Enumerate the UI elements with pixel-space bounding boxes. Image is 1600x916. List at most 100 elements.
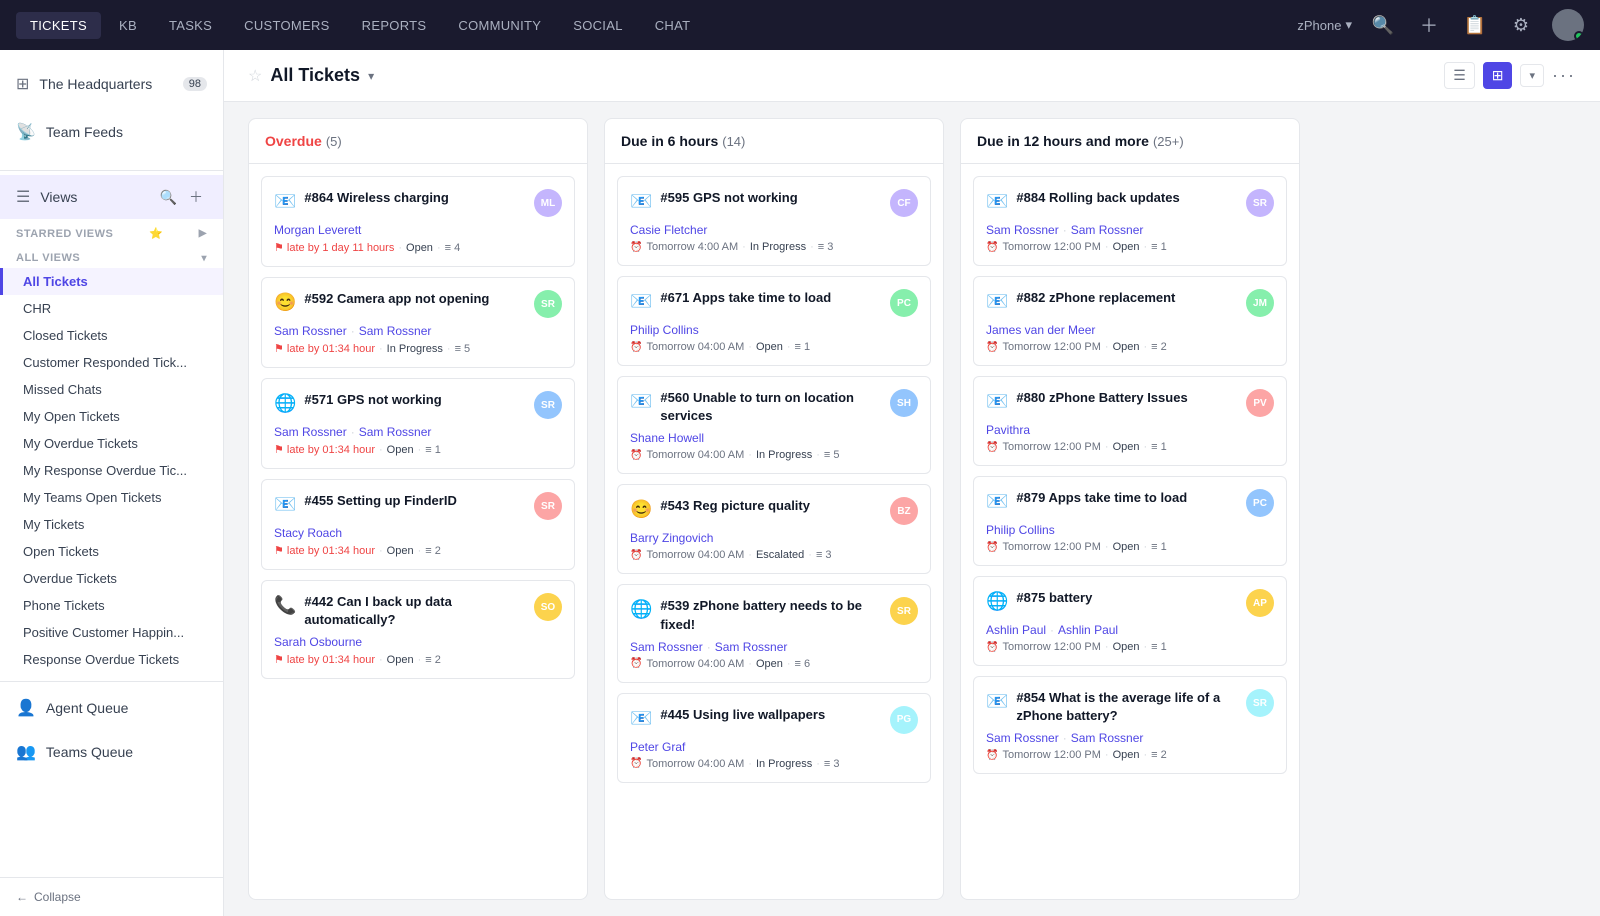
ticket-card-442[interactable]: 📞 #442 Can I back up data automatically?…	[261, 580, 575, 679]
ticket-card-882[interactable]: 📧 #882 zPhone replacement JM James van d…	[973, 276, 1287, 366]
user-avatar[interactable]	[1552, 9, 1584, 41]
sidebar-item-all-tickets[interactable]: All Tickets	[0, 268, 223, 295]
card-assignee-571[interactable]: Sam Rossner·Sam Rossner	[274, 425, 562, 439]
ticket-card-455[interactable]: 📧 #455 Setting up FinderID SR Stacy Roac…	[261, 479, 575, 570]
compose-icon-btn[interactable]: 📋	[1460, 10, 1490, 40]
card-title-884: #884 Rolling back updates	[1016, 189, 1238, 207]
sidebar-item-open-tickets[interactable]: Open Tickets	[0, 538, 223, 565]
ticket-card-445[interactable]: 📧 #445 Using live wallpapers PG Peter Gr…	[617, 693, 931, 783]
card-assignee-864[interactable]: Morgan Leverett	[274, 223, 562, 237]
column-title-overdue: Overdue	[265, 133, 322, 149]
card-assignee-543[interactable]: Barry Zingovich	[630, 531, 918, 545]
card-title-880: #880 zPhone Battery Issues	[1016, 389, 1238, 407]
search-icon-btn[interactable]: 🔍	[1368, 10, 1398, 40]
headquarters-label: The Headquarters	[39, 76, 152, 92]
sidebar-teams-queue[interactable]: 👥 Teams Queue	[0, 730, 223, 774]
card-assignee-455[interactable]: Stacy Roach	[274, 526, 562, 540]
ticket-card-875[interactable]: 🌐 #875 battery AP Ashlin Paul·Ashlin Pau…	[973, 576, 1287, 666]
view-options-dropdown[interactable]: ▾	[1520, 64, 1544, 87]
views-add-btn[interactable]: ＋	[185, 185, 207, 209]
card-meta-884: ⏰ Tomorrow 12:00 PM · Open · ≡ 1	[986, 241, 1274, 253]
card-assignee-882[interactable]: James van der Meer	[986, 323, 1274, 337]
card-icon-560: 📧	[630, 391, 652, 412]
card-assignee-884[interactable]: Sam Rossner·Sam Rossner	[986, 223, 1274, 237]
ticket-card-539[interactable]: 🌐 #539 zPhone battery needs to be fixed!…	[617, 584, 931, 682]
card-title-864: #864 Wireless charging	[304, 189, 526, 207]
add-icon-btn[interactable]: ＋	[1414, 10, 1444, 40]
ticket-card-884[interactable]: 📧 #884 Rolling back updates SR Sam Rossn…	[973, 176, 1287, 266]
sidebar-item-chr[interactable]: CHR	[0, 295, 223, 322]
sidebar-item-phone-tickets[interactable]: Phone Tickets	[0, 592, 223, 619]
card-assignee-854[interactable]: Sam Rossner·Sam Rossner	[986, 731, 1274, 745]
list-view-toggle[interactable]: ☰	[1444, 62, 1475, 89]
card-assignee-671[interactable]: Philip Collins	[630, 323, 918, 337]
nav-item-reports[interactable]: REPORTS	[348, 12, 441, 39]
card-assignee-592[interactable]: Sam Rossner·Sam Rossner	[274, 324, 562, 338]
sidebar-collapse-btn[interactable]: ← Collapse	[0, 877, 223, 916]
column-header-overdue: Overdue (5)	[249, 119, 587, 164]
card-avatar-882: JM	[1246, 289, 1274, 317]
card-avatar-543: BZ	[890, 497, 918, 525]
views-search-btn[interactable]: 🔍	[156, 185, 181, 209]
card-assignee-880[interactable]: Pavithra	[986, 423, 1274, 437]
sidebar-team-feeds[interactable]: 📡 Team Feeds	[0, 108, 223, 156]
nav-item-kb[interactable]: KB	[105, 12, 151, 39]
nav-item-community[interactable]: COMMUNITY	[444, 12, 555, 39]
card-meta-442: ⚑ late by 01:34 hour · Open · ≡ 2	[274, 653, 562, 666]
sidebar-agent-queue[interactable]: 👤 Agent Queue	[0, 686, 223, 730]
sidebar-item-overdue-tickets[interactable]: Overdue Tickets	[0, 565, 223, 592]
card-assignee-445[interactable]: Peter Graf	[630, 740, 918, 754]
ticket-card-592[interactable]: 😊 #592 Camera app not opening SR Sam Ros…	[261, 277, 575, 368]
card-assignee-560[interactable]: Shane Howell	[630, 431, 918, 445]
card-icon-884: 📧	[986, 191, 1008, 212]
card-title-455: #455 Setting up FinderID	[304, 492, 526, 510]
sidebar-item-response-overdue[interactable]: Response Overdue Tickets	[0, 646, 223, 673]
settings-icon-btn[interactable]: ⚙	[1506, 10, 1536, 40]
favorite-star-icon[interactable]: ☆	[248, 66, 262, 86]
more-options-btn[interactable]: ···	[1552, 65, 1576, 86]
ticket-card-560[interactable]: 📧 #560 Unable to turn on location servic…	[617, 376, 931, 474]
nav-item-tasks[interactable]: TASKS	[155, 12, 226, 39]
zphone-selector[interactable]: zPhone ▾	[1297, 17, 1352, 33]
sidebar-item-my-tickets[interactable]: My Tickets	[0, 511, 223, 538]
sidebar-item-customer-responded[interactable]: Customer Responded Tick...	[0, 349, 223, 376]
ticket-card-543[interactable]: 😊 #543 Reg picture quality BZ Barry Zing…	[617, 484, 931, 574]
card-title-445: #445 Using live wallpapers	[660, 706, 882, 724]
sidebar-item-my-open-tickets[interactable]: My Open Tickets	[0, 403, 223, 430]
card-assignee-875[interactable]: Ashlin Paul·Ashlin Paul	[986, 623, 1274, 637]
sidebar-item-my-teams-open[interactable]: My Teams Open Tickets	[0, 484, 223, 511]
card-assignee-442[interactable]: Sarah Osbourne	[274, 635, 562, 649]
ticket-card-595[interactable]: 📧 #595 GPS not working CF Casie Fletcher…	[617, 176, 931, 266]
ticket-card-864[interactable]: 📧 #864 Wireless charging ML Morgan Lever…	[261, 176, 575, 267]
nav-item-customers[interactable]: CUSTOMERS	[230, 12, 344, 39]
views-header-left[interactable]: ☰ Views	[16, 187, 77, 207]
sidebar-item-closed-tickets[interactable]: Closed Tickets	[0, 322, 223, 349]
views-icon: ☰	[16, 187, 30, 207]
nav-item-social[interactable]: SOCIAL	[559, 12, 636, 39]
sidebar-item-positive-customer[interactable]: Positive Customer Happin...	[0, 619, 223, 646]
card-assignee-595[interactable]: Casie Fletcher	[630, 223, 918, 237]
agent-queue-label: Agent Queue	[46, 700, 129, 716]
column-title-due12: Due in 12 hours and more	[977, 133, 1149, 149]
ticket-card-854[interactable]: 📧 #854 What is the average life of a zPh…	[973, 676, 1287, 774]
nav-item-chat[interactable]: CHAT	[641, 12, 705, 39]
sidebar-item-my-overdue[interactable]: My Overdue Tickets	[0, 430, 223, 457]
title-dropdown-arrow[interactable]: ▾	[368, 69, 374, 83]
sidebar-item-missed-chats[interactable]: Missed Chats	[0, 376, 223, 403]
card-icon-539: 🌐	[630, 599, 652, 620]
card-title-875: #875 battery	[1016, 589, 1238, 607]
nav-item-tickets[interactable]: TICKETS	[16, 12, 101, 39]
ticket-card-671[interactable]: 📧 #671 Apps take time to load PC Philip …	[617, 276, 931, 366]
starred-expand-icon[interactable]: ▶	[199, 228, 207, 239]
card-assignee-879[interactable]: Philip Collins	[986, 523, 1274, 537]
all-views-expand-icon[interactable]: ▾	[201, 253, 207, 264]
ticket-card-879[interactable]: 📧 #879 Apps take time to load PC Philip …	[973, 476, 1287, 566]
kanban-view-toggle[interactable]: ⊞	[1483, 62, 1513, 89]
ticket-card-880[interactable]: 📧 #880 zPhone Battery Issues PV Pavithra…	[973, 376, 1287, 466]
sidebar-item-my-response-overdue[interactable]: My Response Overdue Tic...	[0, 457, 223, 484]
ticket-card-571[interactable]: 🌐 #571 GPS not working SR Sam Rossner·Sa…	[261, 378, 575, 469]
top-navigation: TICKETS KB TASKS CUSTOMERS REPORTS COMMU…	[0, 0, 1600, 50]
card-assignee-539[interactable]: Sam Rossner·Sam Rossner	[630, 640, 918, 654]
sidebar-headquarters[interactable]: ⊞ The Headquarters 98	[0, 60, 223, 108]
views-label: Views	[40, 189, 77, 205]
